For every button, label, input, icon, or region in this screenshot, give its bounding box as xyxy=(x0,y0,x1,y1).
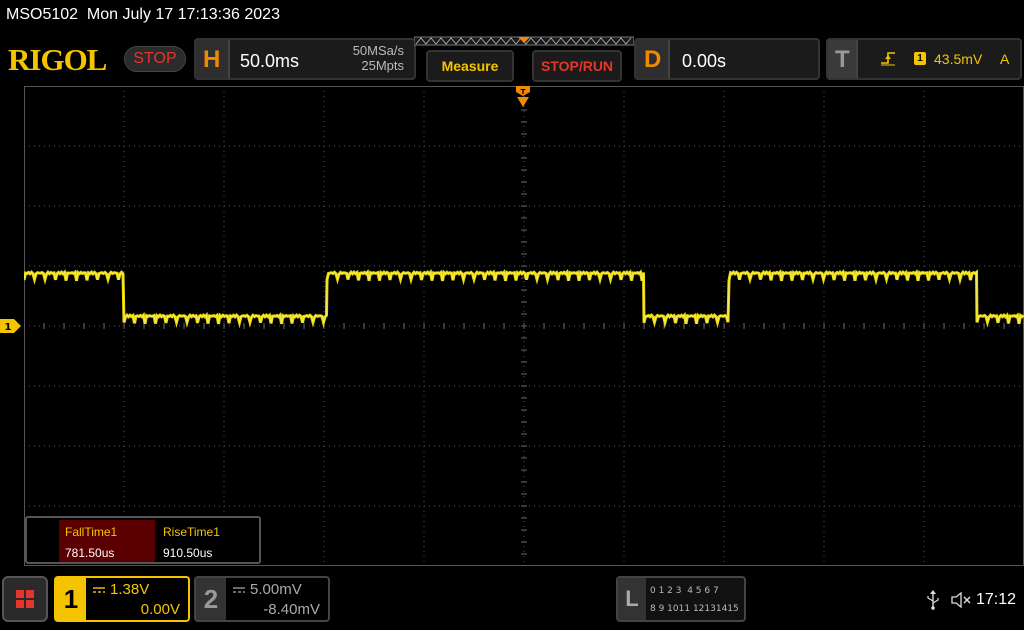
sample-rate-info: 50MSa/s 25Mpts xyxy=(353,43,404,73)
channel-1-offset: 0.00V xyxy=(140,601,180,618)
measurement-panel[interactable]: FallTime1 781.50us RiseTime1 910.50us xyxy=(25,516,261,564)
trigger-level: 43.5mV xyxy=(934,51,983,67)
measurement-name: FallTime1 xyxy=(65,525,118,539)
device-datetime: MSO5102 Mon July 17 17:13:36 2023 xyxy=(6,6,280,23)
ch1-marker-label: 1 xyxy=(5,322,12,333)
waveform-display[interactable] xyxy=(24,86,1024,566)
measurement-value: 910.50us xyxy=(163,546,213,560)
trigger-source-chip: 1 xyxy=(914,52,926,65)
speaker-muted-icon[interactable] xyxy=(950,590,972,610)
status-title-bar: MSO5102 Mon July 17 17:13:36 2023 xyxy=(0,0,1024,30)
svg-text:T: T xyxy=(521,88,526,96)
digital-channels-row-1: 0 1 2 3 4 5 6 7 xyxy=(650,586,719,596)
channel-1-panel[interactable]: 1 1.38V 0.00V xyxy=(54,576,190,622)
rising-edge-icon xyxy=(881,52,895,66)
acquisition-state-badge[interactable]: STOP xyxy=(124,46,186,72)
channel-2-panel[interactable]: 2 5.00mV -8.40mV xyxy=(194,576,330,622)
timebase-value: 50.0ms xyxy=(240,51,300,71)
trigger-position-marker[interactable]: T xyxy=(516,86,530,108)
horizontal-panel[interactable]: H 50.0ms 50MSa/s 25Mpts xyxy=(194,38,416,80)
dc-coupling-icon xyxy=(93,587,105,593)
digital-channels-row-2: 8 9 1011 12131415 xyxy=(650,604,739,614)
memory-depth: 25Mpts xyxy=(361,58,404,73)
horizontal-letter: H xyxy=(203,46,221,73)
main-menu-button[interactable] xyxy=(2,576,48,622)
usb-icon xyxy=(927,590,939,610)
ch1-offset-marker[interactable]: 1 xyxy=(0,319,22,333)
delay-letter: D xyxy=(644,46,662,73)
trigger-panel[interactable]: T 1 43.5mV A xyxy=(826,38,1022,80)
channel-2-offset: -8.40mV xyxy=(263,601,320,618)
measurement-fall-time: FallTime1 781.50us xyxy=(59,520,155,562)
delay-letter-cell: D xyxy=(636,40,670,78)
top-control-bar: RIGOL STOP H 50.0ms 50MSa/s 25Mpts Measu… xyxy=(0,36,1024,84)
stop-run-button[interactable]: STOP/RUN xyxy=(532,50,622,82)
menu-grid-icon xyxy=(16,590,34,608)
system-clock: 17:12 xyxy=(976,591,1017,608)
trigger-letter-cell: T xyxy=(828,40,858,78)
bottom-status-bar: 1 1.38V 0.00V 2 5.00mV -8.40mV L 0 1 2 3… xyxy=(0,572,1024,630)
measure-button[interactable]: Measure xyxy=(426,50,514,82)
measurement-rise-time: RiseTime1 910.50us xyxy=(157,520,253,562)
measurement-value: 781.50us xyxy=(65,546,115,560)
channel-1-scale: 1.38V xyxy=(110,581,150,598)
delay-panel[interactable]: D 0.00s xyxy=(634,38,820,80)
trigger-letter: T xyxy=(835,46,850,73)
measurement-name: RiseTime1 xyxy=(163,525,220,539)
channel-1-number: 1 xyxy=(56,578,86,620)
channel-2-scale: 5.00mV xyxy=(250,581,302,598)
memory-position-strip xyxy=(414,36,634,46)
sample-rate: 50MSa/s xyxy=(352,43,404,58)
dc-coupling-icon xyxy=(233,587,245,593)
rigol-logo: RIGOL xyxy=(8,42,107,77)
delay-value: 0.00s xyxy=(682,51,727,71)
logic-analyzer-panel[interactable]: L 0 1 2 3 4 5 6 7 8 9 1011 12131415 xyxy=(616,576,746,622)
horizontal-letter-cell: H xyxy=(196,40,230,78)
channel-2-number: 2 xyxy=(196,578,226,620)
trigger-mode: A xyxy=(1000,51,1010,67)
waveform-grid xyxy=(24,86,1024,566)
logic-analyzer-letter: L xyxy=(618,578,646,620)
